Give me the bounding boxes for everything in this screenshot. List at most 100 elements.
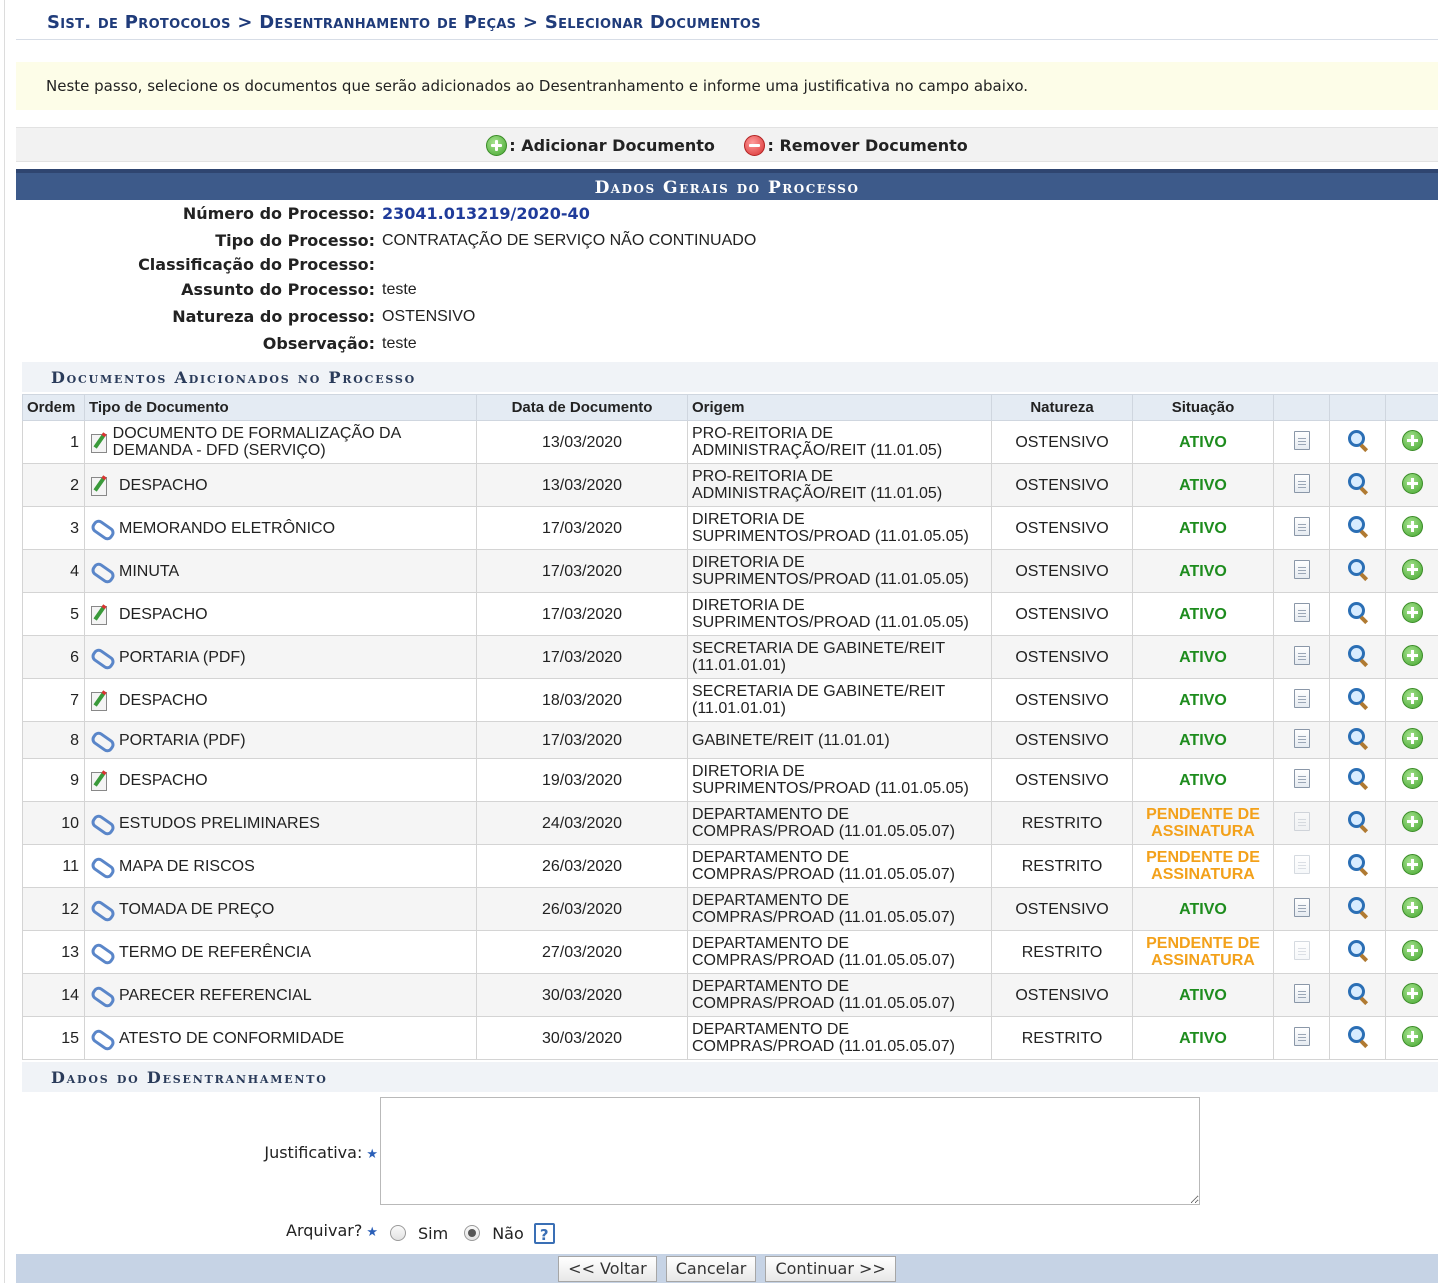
tipo-wrap: PORTARIA (PDF) [89, 647, 472, 667]
cell-search [1329, 420, 1386, 464]
cell-view [1273, 844, 1330, 888]
cell-tipo: PORTARIA (PDF) [84, 635, 477, 679]
add-circle-icon [486, 135, 508, 156]
add-document-icon[interactable] [1401, 727, 1423, 749]
add-document-icon[interactable] [1401, 1025, 1423, 1047]
cancelar-button[interactable]: Cancelar [665, 1256, 757, 1282]
tipo-wrap: DESPACHO [89, 689, 472, 711]
view-document-icon[interactable] [1293, 430, 1310, 450]
status-badge: ATIVO [1179, 691, 1227, 709]
view-document-icon[interactable] [1293, 559, 1310, 579]
magnifier-icon[interactable] [1347, 515, 1369, 537]
add-document-icon[interactable] [1401, 558, 1423, 580]
continuar-button[interactable]: Continuar >> [765, 1256, 896, 1282]
table-row: 1 DOCUMENTO DE FORMALIZAÇÃO DA DEMANDA - … [22, 420, 1438, 464]
magnifier-icon[interactable] [1347, 810, 1369, 832]
add-document-icon[interactable] [1401, 810, 1423, 832]
cell-data: 17/03/2020 [476, 721, 688, 759]
magnifier-icon[interactable] [1347, 982, 1369, 1004]
cell-ordem: 2 [22, 463, 85, 507]
view-document-icon[interactable] [1293, 645, 1310, 665]
add-document-icon[interactable] [1401, 515, 1423, 537]
magnifier-icon[interactable] [1347, 1025, 1369, 1047]
paperclip-icon [89, 730, 111, 750]
add-document-icon[interactable] [1401, 853, 1423, 875]
tipo-text: DOCUMENTO DE FORMALIZAÇÃO DA DEMANDA - D… [112, 425, 401, 459]
numero-value-link[interactable]: 23041.013219/2020-40 [382, 202, 590, 226]
add-document-icon[interactable] [1401, 601, 1423, 623]
cell-search [1329, 635, 1386, 679]
cell-add [1385, 549, 1438, 593]
magnifier-icon[interactable] [1347, 727, 1369, 749]
tipo-wrap: TOMADA DE PREÇO [89, 899, 472, 919]
tipo-text: MEMORANDO ELETRÔNICO [119, 519, 336, 537]
view-document-icon[interactable] [1293, 1026, 1310, 1046]
magnifier-icon[interactable] [1347, 644, 1369, 666]
magnifier-icon[interactable] [1347, 896, 1369, 918]
view-document-icon[interactable] [1293, 688, 1310, 708]
add-document-icon[interactable] [1401, 939, 1423, 961]
view-document-icon[interactable] [1293, 768, 1310, 788]
view-document-icon[interactable] [1293, 897, 1310, 917]
tipo-text: PARECER REFERENCIAL [119, 986, 312, 1004]
help-icon[interactable]: ? [533, 1222, 555, 1244]
col-add [1385, 394, 1438, 421]
view-document-icon[interactable] [1293, 983, 1310, 1003]
magnifier-icon[interactable] [1347, 853, 1369, 875]
view-document-icon[interactable] [1293, 940, 1310, 960]
cell-add [1385, 887, 1438, 931]
add-document-icon[interactable] [1401, 982, 1423, 1004]
cell-ordem: 1 [22, 420, 85, 464]
natureza-value: OSTENSIVO [382, 308, 476, 325]
add-document-icon[interactable] [1401, 896, 1423, 918]
cell-tipo: TERMO DE REFERÊNCIA [84, 930, 477, 974]
cell-ordem: 13 [22, 930, 85, 974]
tipo-text: TERMO DE REFERÊNCIA [119, 943, 312, 961]
view-document-icon[interactable] [1293, 811, 1310, 831]
view-document-icon[interactable] [1293, 854, 1310, 874]
magnifier-icon[interactable] [1347, 601, 1369, 623]
cell-ordem: 6 [22, 635, 85, 679]
radio-sim[interactable] [390, 1225, 406, 1241]
view-document-icon[interactable] [1293, 516, 1310, 536]
cell-add [1385, 420, 1438, 464]
justificativa-textarea[interactable] [380, 1097, 1200, 1205]
cell-data: 26/03/2020 [476, 844, 688, 888]
cell-origem: DEPARTAMENTO DE COMPRAS/PROAD (11.01.05.… [687, 930, 992, 974]
magnifier-icon[interactable] [1347, 472, 1369, 494]
required-star-icon: ★ [366, 1147, 378, 1162]
add-document-icon[interactable] [1401, 429, 1423, 451]
magnifier-icon[interactable] [1347, 558, 1369, 580]
table-row: 6 PORTARIA (PDF) 17/03/2020 SECRETARIA DE G… [22, 635, 1438, 679]
magnifier-icon[interactable] [1347, 767, 1369, 789]
left-border [4, 0, 5, 1283]
view-document-icon[interactable] [1293, 473, 1310, 493]
tipo-text: ATESTO DE CONFORMIDADE [119, 1029, 345, 1047]
add-document-icon[interactable] [1401, 472, 1423, 494]
cell-search [1329, 973, 1386, 1017]
magnifier-icon[interactable] [1347, 687, 1369, 709]
magnifier-icon[interactable] [1347, 429, 1369, 451]
paperclip-icon [89, 856, 111, 876]
breadcrumb: Sist. de Protocolos > Desentranhamento d… [16, 8, 1438, 40]
nao-label: Não [492, 1223, 524, 1243]
tipo-wrap: MAPA DE RISCOS [89, 856, 472, 876]
tipo-text: PORTARIA (PDF) [119, 731, 246, 749]
cell-add [1385, 801, 1438, 845]
view-document-icon[interactable] [1293, 728, 1310, 748]
status-badge: ATIVO [1179, 605, 1227, 623]
add-document-icon[interactable] [1401, 644, 1423, 666]
add-document-icon[interactable] [1401, 767, 1423, 789]
cell-situacao: ATIVO [1132, 463, 1274, 507]
table-row: 12 TOMADA DE PREÇO 26/03/2020 DEPARTAMENTO … [22, 887, 1438, 931]
table-row: 10 ESTUDOS PRELIMINARES 24/03/2020 DEPARTAM… [22, 801, 1438, 845]
cell-search [1329, 887, 1386, 931]
radio-nao[interactable] [464, 1225, 481, 1241]
view-document-icon[interactable] [1293, 602, 1310, 622]
magnifier-icon[interactable] [1347, 939, 1369, 961]
voltar-button[interactable]: << Voltar [558, 1256, 657, 1282]
cell-tipo: MEMORANDO ELETRÔNICO [84, 506, 477, 550]
classificacao-label: Classificação do Processo: [138, 255, 375, 274]
status-badge: PENDENTE DE ASSINATURA [1146, 935, 1260, 969]
add-document-icon[interactable] [1401, 687, 1423, 709]
